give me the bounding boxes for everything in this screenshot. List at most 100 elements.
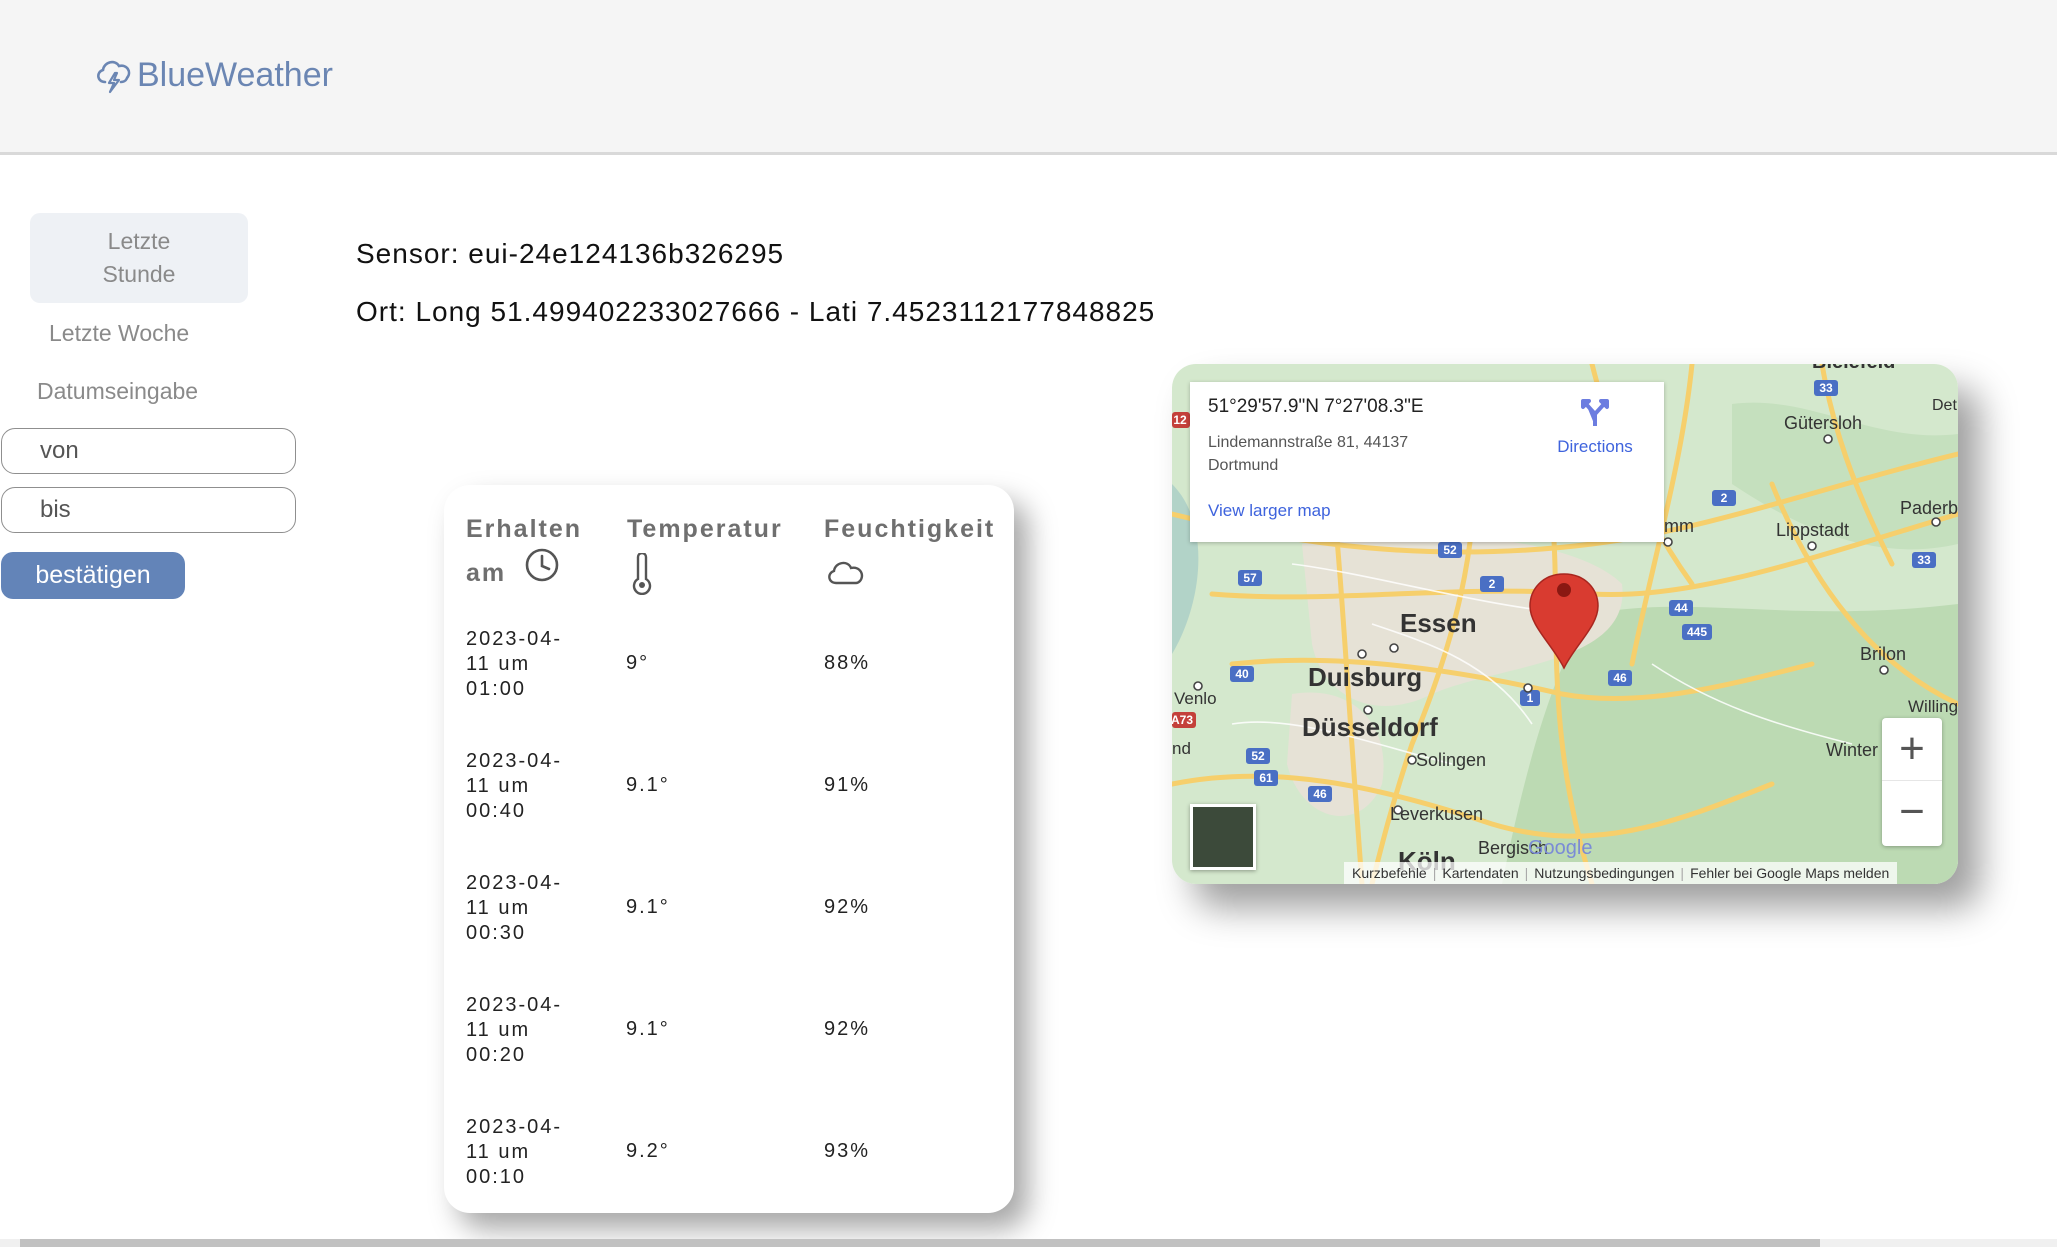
zoom-controls: + − bbox=[1882, 718, 1942, 846]
map-coordinates: 51°29'57.9"N 7°27'08.3"E bbox=[1208, 396, 1424, 417]
highway-shield: 61 bbox=[1254, 770, 1278, 786]
svg-text:445: 445 bbox=[1687, 625, 1707, 639]
row-temperature: 9.1° bbox=[626, 1018, 670, 1040]
highway-shield: 52 bbox=[1246, 748, 1270, 764]
to-date-placeholder: bis bbox=[40, 496, 71, 523]
city-winterberg: Winter bbox=[1826, 740, 1878, 760]
scrollbar-thumb[interactable] bbox=[20, 1239, 1820, 1247]
header-temperature: Temperatur bbox=[627, 507, 783, 595]
brand-logo[interactable]: BlueWeather bbox=[93, 54, 333, 96]
svg-text:A73: A73 bbox=[1172, 713, 1193, 727]
highway-shield: 2 bbox=[1712, 490, 1736, 506]
row-temperature: 9° bbox=[626, 652, 650, 674]
highway-shield: 33 bbox=[1814, 380, 1838, 396]
row-temperature: 9.1° bbox=[626, 774, 670, 796]
from-date-placeholder: von bbox=[40, 437, 79, 464]
confirm-button[interactable]: bestätigen bbox=[1, 552, 185, 599]
city-venlo: Venlo bbox=[1174, 689, 1217, 708]
location-map[interactable]: 33 2 33 52 57 2 44 445 46 1 40 A73 12 52… bbox=[1172, 364, 1958, 884]
highway-shield: 445 bbox=[1682, 624, 1712, 640]
satellite-layer-toggle[interactable] bbox=[1190, 804, 1256, 870]
highway-shield: 2 bbox=[1480, 576, 1504, 592]
svg-text:46: 46 bbox=[1313, 787, 1327, 801]
svg-text:46: 46 bbox=[1613, 671, 1627, 685]
keyboard-shortcuts-link[interactable]: Kurzbefehle bbox=[1352, 865, 1427, 881]
city-det: Det bbox=[1932, 397, 1957, 414]
view-larger-map-link[interactable]: View larger map bbox=[1208, 501, 1331, 521]
svg-text:52: 52 bbox=[1251, 749, 1265, 763]
report-error-link[interactable]: Fehler bei Google Maps melden bbox=[1690, 865, 1889, 881]
svg-text:2: 2 bbox=[1721, 491, 1728, 505]
app-header: BlueWeather bbox=[0, 0, 2057, 155]
table-row: 2023-04-11 um 01:00 9° 88% bbox=[444, 627, 1014, 749]
to-date-field[interactable]: bis bbox=[1, 487, 296, 533]
city-duesseldorf: Düsseldorf bbox=[1302, 712, 1438, 742]
from-date-field[interactable]: von bbox=[1, 428, 296, 474]
row-time: 2023-04-11 um 00:30 bbox=[466, 872, 563, 944]
highway-shield: 12 bbox=[1172, 412, 1190, 428]
zoom-in-button[interactable]: + bbox=[1882, 718, 1942, 781]
highway-shield: 57 bbox=[1238, 570, 1262, 586]
directions-label: Directions bbox=[1557, 437, 1633, 456]
header-received: Erhalten am bbox=[466, 507, 582, 595]
nav-last-hour[interactable]: Letzte Stunde bbox=[30, 213, 248, 303]
zoom-out-button[interactable]: − bbox=[1882, 781, 1942, 843]
row-time: 2023-04-11 um 01:00 bbox=[466, 628, 563, 700]
table-row: 2023-04-11 um 00:10 9.2° 93% bbox=[444, 1115, 1014, 1237]
terms-link[interactable]: Nutzungsbedingungen bbox=[1534, 865, 1674, 881]
row-time: 2023-04-11 um 00:20 bbox=[466, 994, 563, 1066]
row-time: 2023-04-11 um 00:40 bbox=[466, 750, 563, 822]
header-humidity: Feuchtigkeit bbox=[824, 507, 995, 589]
city-brilon: Brilon bbox=[1860, 644, 1906, 664]
header-humidity-label: Feuchtigkeit bbox=[824, 515, 996, 543]
header-temperature-label: Temperatur bbox=[627, 515, 783, 543]
city-leverkusen: Leverkusen bbox=[1390, 804, 1483, 824]
city-solingen: Solingen bbox=[1416, 750, 1486, 770]
row-time: 2023-04-11 um 00:10 bbox=[466, 1116, 563, 1188]
row-humidity: 92% bbox=[824, 896, 871, 918]
row-temperature: 9.1° bbox=[626, 896, 670, 918]
row-humidity: 93% bbox=[824, 1140, 871, 1162]
nav-last-hour-label: Letzte Stunde bbox=[102, 228, 176, 287]
thermometer-icon bbox=[632, 553, 652, 595]
row-humidity: 92% bbox=[824, 1018, 871, 1040]
highway-shield: 46 bbox=[1308, 786, 1332, 802]
highway-shield: 1 bbox=[1520, 690, 1540, 706]
highway-shield: A73 bbox=[1172, 712, 1196, 728]
nav-date-input[interactable]: Datumseingabe bbox=[37, 378, 198, 405]
row-temperature: 9.2° bbox=[626, 1140, 670, 1162]
city-duisburg: Duisburg bbox=[1308, 662, 1422, 692]
measurements-table: Erhalten am Temperatur Feuchtigkeit 2023… bbox=[444, 485, 1014, 1213]
city-essen: Essen bbox=[1400, 608, 1477, 638]
table-row: 2023-04-11 um 00:40 9.1° 91% bbox=[444, 749, 1014, 871]
clock-icon bbox=[525, 548, 559, 582]
city-willingen: Willing bbox=[1908, 697, 1958, 716]
map-footer: Kurzbefehle | Kartendaten | Nutzungsbedi… bbox=[1344, 862, 1898, 884]
svg-text:33: 33 bbox=[1917, 553, 1931, 567]
svg-text:33: 33 bbox=[1819, 381, 1833, 395]
highway-shield: 46 bbox=[1608, 670, 1632, 686]
map-address-line1: Lindemannstraße 81, 44137 bbox=[1208, 434, 1409, 451]
highway-shield: 52 bbox=[1438, 542, 1462, 558]
sensor-id: Sensor: eui-24e124136b326295 bbox=[356, 238, 785, 269]
svg-text:40: 40 bbox=[1235, 667, 1249, 681]
nav-last-week[interactable]: Letzte Woche bbox=[49, 320, 189, 347]
cloud-lightning-icon bbox=[97, 60, 131, 94]
map-info-popup: 51°29'57.9"N 7°27'08.3"E Lindemannstraße… bbox=[1190, 382, 1664, 542]
svg-text:44: 44 bbox=[1674, 601, 1688, 615]
directions-button[interactable]: Directions bbox=[1545, 396, 1645, 457]
city-hamm: mm bbox=[1664, 516, 1694, 536]
cloud-icon bbox=[828, 561, 864, 585]
svg-text:57: 57 bbox=[1243, 571, 1257, 585]
row-humidity: 88% bbox=[824, 652, 871, 674]
map-data-link[interactable]: Kartendaten bbox=[1442, 865, 1518, 881]
highway-shield: 33 bbox=[1912, 552, 1936, 568]
brand-name: BlueWeather bbox=[137, 55, 333, 94]
svg-text:1: 1 bbox=[1527, 691, 1534, 705]
city-guetersloh: Gütersloh bbox=[1784, 413, 1862, 433]
city-paderborn: Paderbo bbox=[1900, 498, 1958, 518]
row-humidity: 91% bbox=[824, 774, 871, 796]
highway-shield: 44 bbox=[1669, 600, 1693, 616]
sensor-location: Ort: Long 51.499402233027666 - Lati 7.45… bbox=[356, 296, 1156, 327]
svg-text:52: 52 bbox=[1443, 543, 1457, 557]
